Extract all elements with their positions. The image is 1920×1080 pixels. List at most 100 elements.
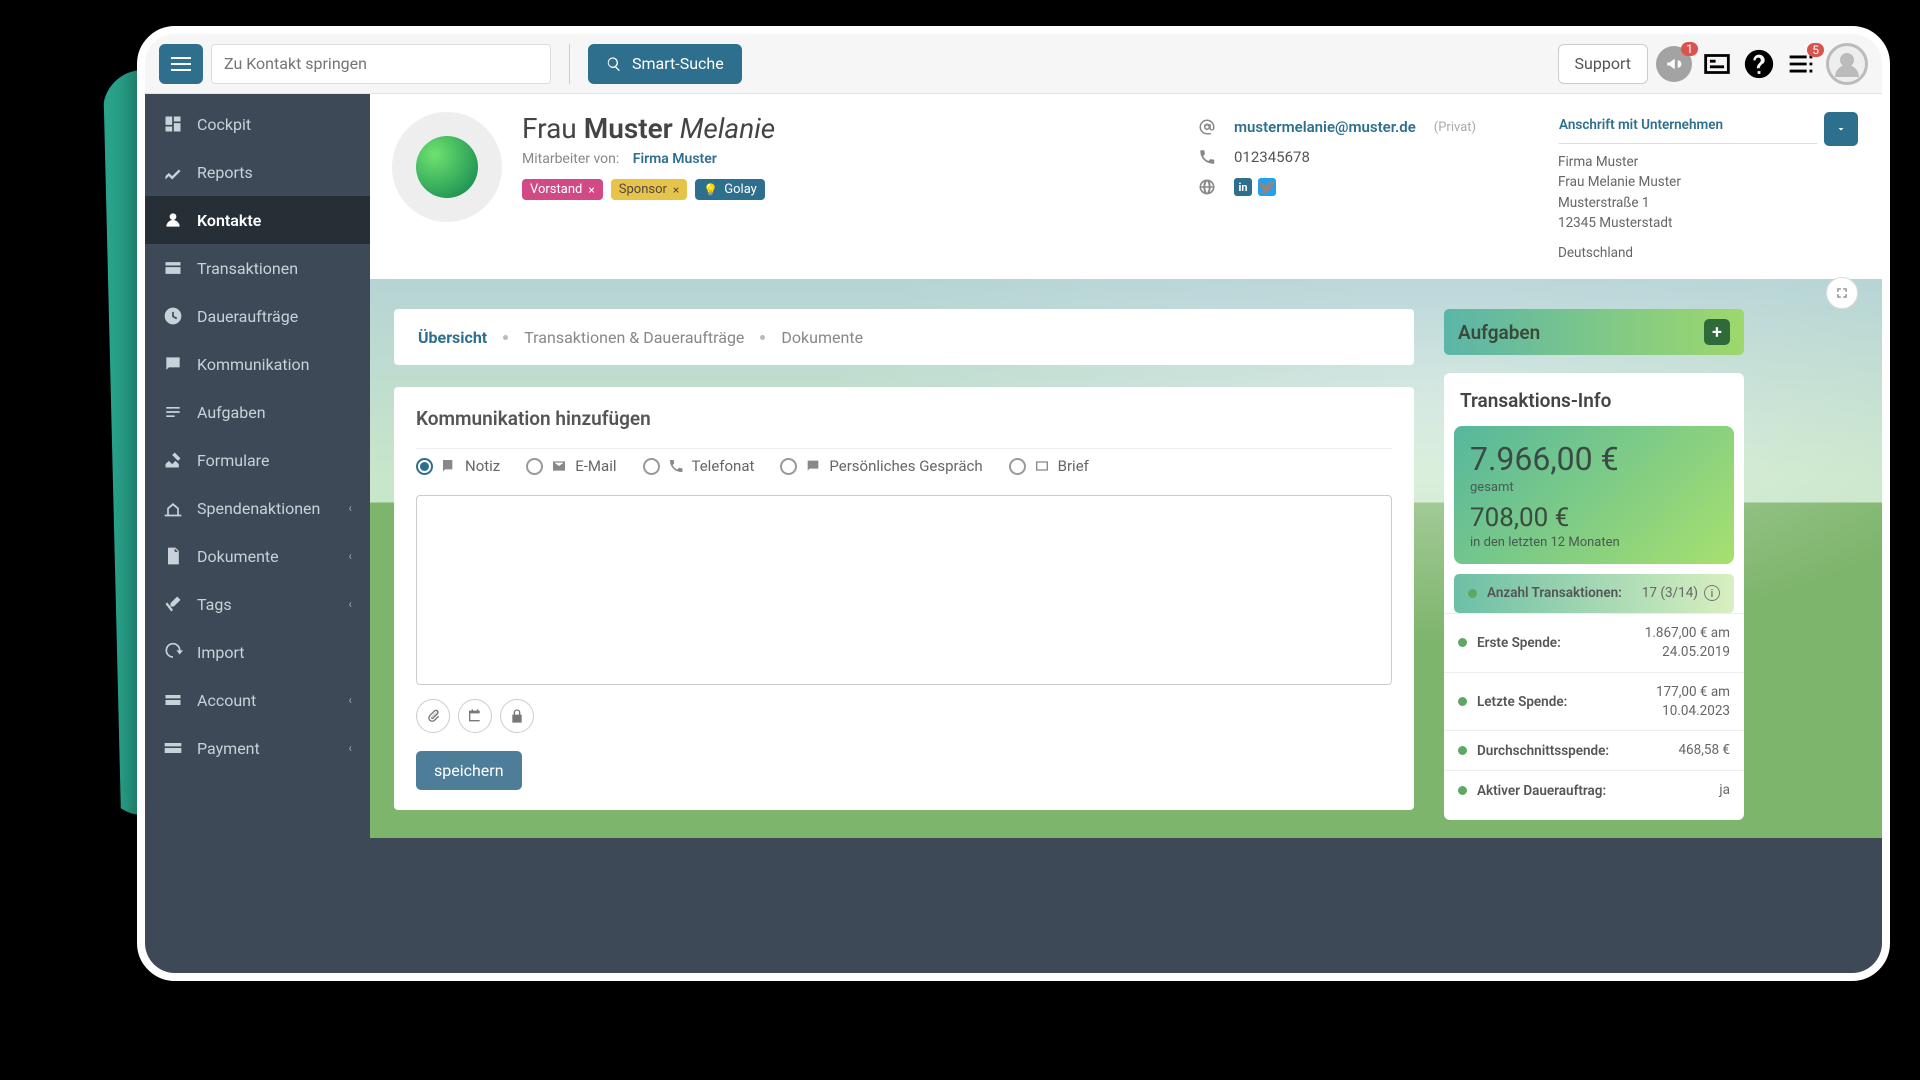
tx-row: Durchschnittsspende:468,58 €: [1444, 730, 1744, 770]
transaction-info-card: Transaktions-Info 7.966,00 € gesamt 708,…: [1444, 373, 1744, 820]
sidebar-item-account[interactable]: Account ‹: [145, 676, 370, 724]
topbar: Smart-Suche Support 1 5: [145, 34, 1882, 94]
sidebar-item-payment[interactable]: Payment‹: [145, 724, 370, 772]
smart-search-button[interactable]: Smart-Suche: [588, 44, 742, 84]
comm-option-notiz[interactable]: Notiz: [416, 457, 500, 475]
company-link[interactable]: Firma Muster: [633, 151, 717, 167]
nav-icon: [163, 354, 183, 374]
email-link[interactable]: mustermelanie@muster.de: [1234, 118, 1416, 136]
sidebar-item-cockpit[interactable]: Cockpit: [145, 100, 370, 148]
tag-sponsor[interactable]: Sponsor×: [611, 179, 688, 200]
sidebar-item-label: Formulare: [197, 451, 269, 470]
address-heading[interactable]: Anschrift mit Unternehmen: [1558, 112, 1818, 144]
comm-type-icon: [668, 458, 684, 474]
info-icon[interactable]: i: [1704, 585, 1720, 601]
comm-textarea[interactable]: [416, 495, 1392, 685]
tasks-panel-header: Aufgaben +: [1444, 309, 1744, 355]
comm-type-icon: [441, 458, 457, 474]
comm-option-persönliches-gespräch[interactable]: Persönliches Gespräch: [780, 457, 982, 475]
tab-0[interactable]: Übersicht: [416, 322, 489, 353]
sidebar-item-label: Payment: [197, 739, 260, 758]
comm-type-icon: [551, 458, 567, 474]
sidebar-item-kommunikation[interactable]: Kommunikation: [145, 340, 370, 388]
address-card: Anschrift mit Unternehmen Firma MusterFr…: [1558, 112, 1858, 261]
divider: [569, 44, 570, 84]
sidebar-item-aufgaben[interactable]: Aufgaben: [145, 388, 370, 436]
nav-icon: [163, 450, 183, 470]
phone-icon: [1198, 148, 1216, 166]
calendar-icon[interactable]: [458, 699, 492, 733]
save-button[interactable]: speichern: [416, 751, 522, 790]
profile-header: Frau Muster Melanie Mitarbeiter von: Fir…: [370, 94, 1882, 279]
support-button[interactable]: Support: [1558, 44, 1648, 84]
tabs-card: Übersicht Transaktionen & Daueraufträge Do…: [394, 309, 1414, 365]
contact-jump-input[interactable]: [211, 44, 551, 84]
add-task-button[interactable]: +: [1704, 319, 1730, 345]
twitter-icon[interactable]: [1258, 178, 1276, 196]
attach-icon[interactable]: [416, 699, 450, 733]
sidebar-item-label: Transaktionen: [197, 259, 298, 278]
user-avatar[interactable]: [1826, 43, 1868, 85]
sidebar-item-dokumente[interactable]: Dokumente‹: [145, 532, 370, 580]
comm-type-icon: [1034, 458, 1050, 474]
radio-icon: [526, 458, 543, 475]
remove-tag-icon: ×: [673, 183, 679, 197]
comm-option-telefonat[interactable]: Telefonat: [643, 457, 755, 475]
address-lines: Firma MusterFrau Melanie MusterMusterstr…: [1558, 152, 1858, 233]
comm-type-row: Notiz E-Mail Telefonat Persönliches Gespräc…: [416, 448, 1392, 489]
scenic-area: Übersicht Transaktionen & Daueraufträge Do…: [370, 279, 1882, 838]
sidebar-item-daueraufträge[interactable]: Daueraufträge: [145, 292, 370, 340]
linkedin-icon[interactable]: in: [1234, 178, 1252, 196]
nav-icon: [163, 546, 183, 566]
comm-option-brief[interactable]: Brief: [1009, 457, 1089, 475]
radio-icon: [780, 458, 797, 475]
nav-icon: [163, 690, 183, 710]
tx-summary: 7.966,00 € gesamt 708,00 € in den letzte…: [1454, 426, 1734, 564]
sidebar-item-label: Daueraufträge: [197, 307, 298, 326]
sidebar: Cockpit Reports Kontakte Transaktionen Dauer…: [145, 94, 370, 973]
nav-icon: [163, 258, 183, 278]
tx-row: Anzahl Transaktionen:17 (3/14)i: [1454, 574, 1734, 613]
comm-option-e-mail[interactable]: E-Mail: [526, 457, 616, 475]
alerts-badge: 5: [1807, 43, 1824, 57]
tag-golay[interactable]: 💡Golay: [695, 179, 765, 200]
contact-avatar: [392, 112, 502, 222]
sidebar-item-spendenaktionen[interactable]: Spendenaktionen‹: [145, 484, 370, 532]
contact-name: Frau Muster Melanie: [522, 112, 775, 145]
announcements-icon[interactable]: 1: [1656, 46, 1692, 82]
employee-of: Mitarbeiter von: Firma Muster: [522, 151, 775, 167]
sidebar-item-formulare[interactable]: Formulare: [145, 436, 370, 484]
sidebar-item-tags[interactable]: Tags‹: [145, 580, 370, 628]
tx-row: Letzte Spende:177,00 € am10.04.2023: [1444, 672, 1744, 731]
tag-row: Vorstand× Sponsor× 💡Golay: [522, 179, 775, 200]
footer: [370, 838, 1882, 918]
sidebar-item-label: Import: [197, 643, 245, 662]
tab-1[interactable]: Transaktionen & Daueraufträge: [522, 322, 746, 353]
contact-details: mustermelanie@muster.de (Privat) 0123456…: [1198, 112, 1538, 202]
phone-number: 012345678: [1234, 148, 1310, 166]
alerts-icon[interactable]: 5: [1784, 47, 1818, 81]
email-type: (Privat): [1434, 120, 1476, 135]
help-icon[interactable]: [1742, 47, 1776, 81]
tx-title: Transaktions-Info: [1444, 389, 1744, 426]
tag-vorstand[interactable]: Vorstand×: [522, 179, 603, 200]
sidebar-item-transaktionen[interactable]: Transaktionen: [145, 244, 370, 292]
sidebar-item-kontakte[interactable]: Kontakte: [145, 196, 370, 244]
address-dropdown[interactable]: [1824, 112, 1858, 146]
comm-title: Kommunikation hinzufügen: [416, 407, 1392, 430]
chevron-left-icon: ‹: [348, 693, 352, 707]
sidebar-item-import[interactable]: Import: [145, 628, 370, 676]
menu-toggle[interactable]: [159, 44, 203, 84]
sidebar-item-label: Account: [197, 691, 256, 710]
sidebar-item-reports[interactable]: Reports: [145, 148, 370, 196]
sidebar-item-label: Kommunikation: [197, 355, 309, 374]
tab-2[interactable]: Dokumente: [779, 322, 865, 353]
sidebar-item-label: Cockpit: [197, 115, 251, 134]
remove-tag-icon: ×: [588, 183, 594, 197]
id-card-icon[interactable]: [1700, 47, 1734, 81]
sidebar-item-label: Reports: [197, 163, 253, 182]
expand-icon[interactable]: [1826, 277, 1858, 309]
lock-icon[interactable]: [500, 699, 534, 733]
nav-icon: [163, 210, 183, 230]
smart-search-label: Smart-Suche: [632, 54, 724, 73]
